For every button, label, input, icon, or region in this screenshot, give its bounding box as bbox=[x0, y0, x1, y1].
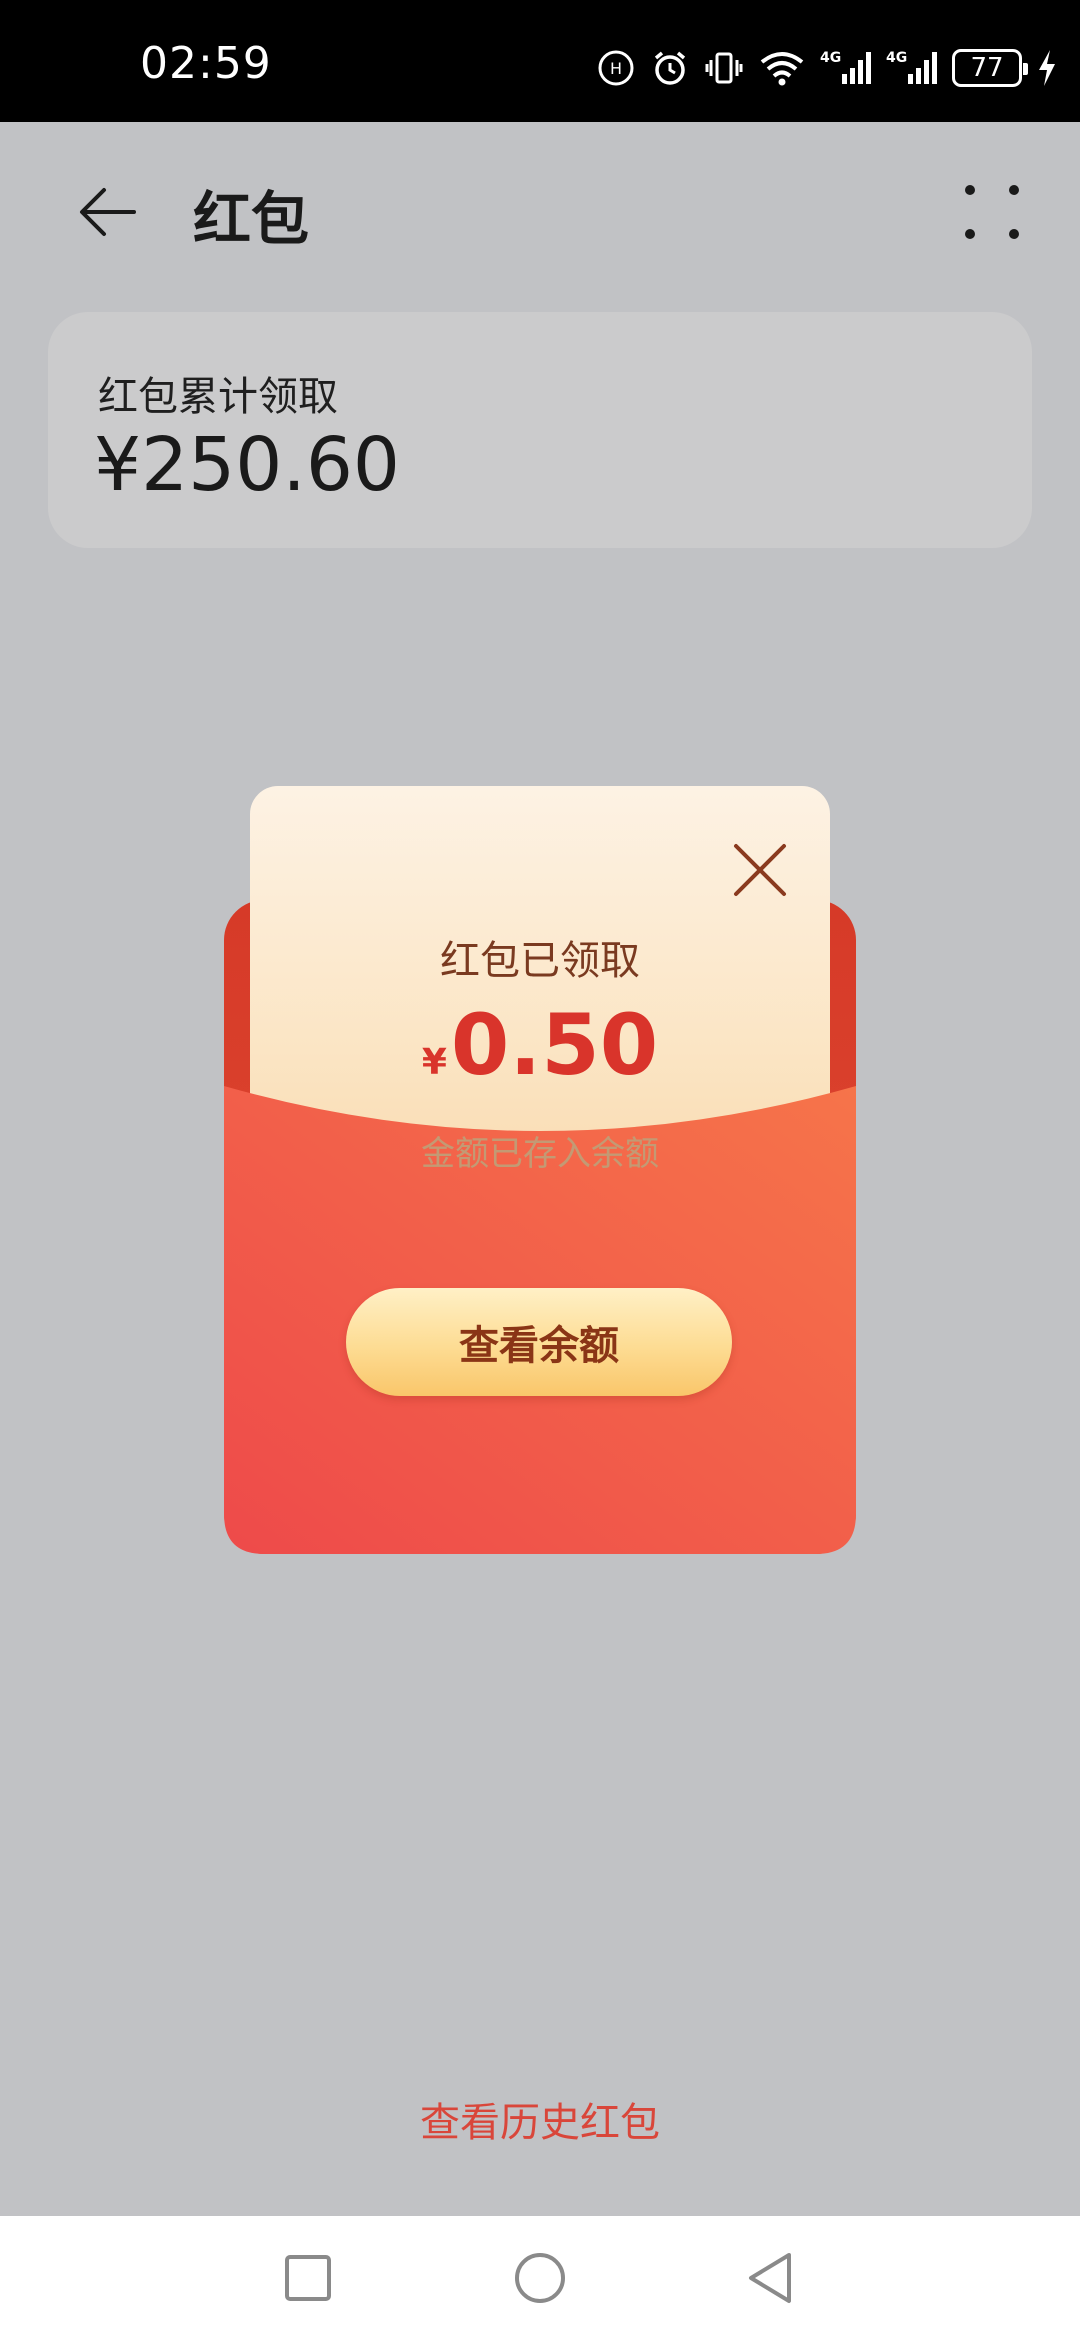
charging-icon bbox=[1039, 50, 1055, 86]
page-title: 红包 bbox=[193, 185, 310, 253]
status-icons: H 4G 4G 77 bbox=[596, 44, 1058, 92]
arrow-left-icon bbox=[80, 188, 136, 236]
more-options-button[interactable] bbox=[952, 172, 1032, 252]
alarm-icon bbox=[654, 51, 686, 85]
svg-text:4G: 4G bbox=[820, 50, 841, 66]
close-icon bbox=[734, 844, 786, 896]
home-button[interactable] bbox=[508, 2246, 572, 2310]
more-dots-icon bbox=[965, 185, 1019, 239]
hd-icon: H bbox=[598, 50, 634, 86]
navigation-bar bbox=[0, 2216, 1080, 2340]
red-envelope-popup: 红包已领取 ¥0.50 金额已存入余额 查看余额 bbox=[224, 786, 856, 1554]
app-bar: 红包 bbox=[0, 122, 1080, 292]
envelope-title: 红包已领取 bbox=[440, 938, 640, 984]
currency-symbol: ¥ bbox=[421, 1042, 447, 1083]
svg-text:4G: 4G bbox=[886, 50, 907, 66]
summary-amount: ¥250.60 bbox=[94, 422, 401, 508]
svg-text:H: H bbox=[610, 59, 622, 78]
signal-4g-icon: 4G bbox=[820, 50, 871, 84]
square-icon bbox=[285, 2255, 331, 2301]
amount-value: 0.50 bbox=[450, 996, 659, 1094]
envelope-note: 金额已存入余额 bbox=[421, 1134, 659, 1174]
envelope-amount: ¥0.50 bbox=[224, 996, 856, 1094]
summary-label: 红包累计领取 bbox=[98, 374, 338, 420]
signal-4g-icon: 4G bbox=[886, 50, 937, 84]
close-button[interactable] bbox=[730, 840, 790, 900]
status-time: 02:59 bbox=[140, 38, 272, 89]
view-history-link[interactable]: 查看历史红包 bbox=[0, 2090, 1080, 2148]
summary-card: 红包累计领取 ¥250.60 bbox=[48, 312, 1032, 548]
status-bar: 02:59 H 4G 4G 77 bbox=[0, 0, 1080, 122]
battery-icon: 77 bbox=[952, 49, 1028, 87]
back-button[interactable] bbox=[68, 172, 148, 252]
triangle-back-icon bbox=[749, 2253, 791, 2303]
recents-button[interactable] bbox=[276, 2246, 340, 2310]
back-nav-button[interactable] bbox=[738, 2246, 802, 2310]
vibrate-icon bbox=[705, 52, 743, 84]
battery-level: 77 bbox=[970, 53, 1004, 83]
view-balance-button[interactable]: 查看余额 bbox=[346, 1288, 732, 1396]
circle-icon bbox=[515, 2253, 565, 2303]
wifi-icon bbox=[760, 52, 804, 86]
